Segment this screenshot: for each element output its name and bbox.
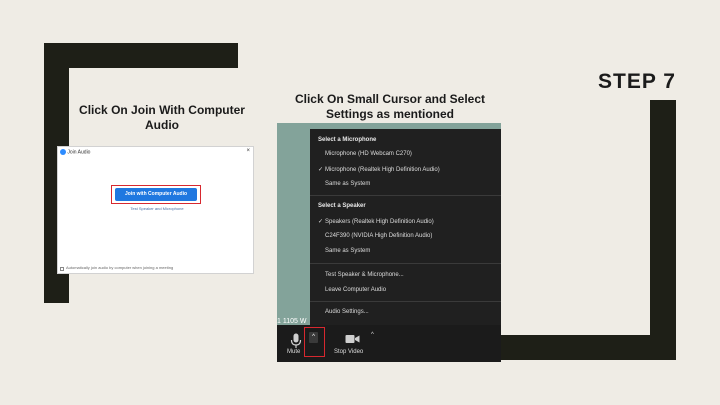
checkmark-icon: ✓ bbox=[318, 219, 324, 225]
audio-options-caret-button[interactable]: ^ bbox=[309, 332, 318, 343]
menu-header-speaker: Select a Speaker bbox=[318, 203, 366, 209]
menu-item-leave-computer-audio[interactable]: Leave Computer Audio bbox=[318, 287, 386, 293]
dialog-close-icon[interactable]: × bbox=[246, 148, 250, 154]
decorative-frame-left-horizontal bbox=[44, 43, 238, 68]
zoom-logo-icon bbox=[60, 149, 66, 155]
menu-divider bbox=[310, 263, 501, 264]
menu-item-speaker-1[interactable]: ✓ Speakers (Realtek High Definition Audio… bbox=[318, 218, 434, 225]
zoom-audio-menu-screenshot: Select a Microphone Microphone (HD Webca… bbox=[277, 123, 501, 362]
join-audio-dialog: Join Audio × Join with Computer Audio Te… bbox=[57, 146, 254, 274]
decorative-frame-right-horizontal bbox=[480, 335, 676, 360]
auto-join-audio-checkbox[interactable] bbox=[60, 267, 64, 271]
menu-divider bbox=[310, 195, 501, 196]
menu-item-speaker-2[interactable]: C24F390 (NVIDIA High Definition Audio) bbox=[318, 233, 432, 239]
decorative-frame-right-vertical bbox=[650, 100, 676, 360]
auto-join-audio-label: Automatically join audio by computer whe… bbox=[66, 265, 174, 270]
menu-header-microphone: Select a Microphone bbox=[318, 137, 377, 143]
checkmark-icon: ✓ bbox=[318, 167, 324, 173]
join-with-computer-audio-button[interactable]: Join with Computer Audio bbox=[115, 188, 197, 201]
video-camera-icon[interactable] bbox=[345, 334, 360, 344]
join-audio-dialog-title: Join Audio bbox=[60, 149, 90, 155]
stop-video-button-label[interactable]: Stop Video bbox=[334, 349, 363, 355]
menu-item-microphone-3[interactable]: Same as System bbox=[318, 181, 370, 187]
caption-select-settings: Click On Small Cursor and Select Setting… bbox=[294, 92, 486, 121]
audio-options-menu: Select a Microphone Microphone (HD Webca… bbox=[310, 129, 501, 329]
menu-item-test-speaker-microphone[interactable]: Test Speaker & Microphone... bbox=[318, 272, 404, 278]
dialog-title-text: Join Audio bbox=[67, 149, 91, 156]
menu-item-speaker-3[interactable]: Same as System bbox=[318, 248, 370, 254]
menu-item-microphone-1[interactable]: Microphone (HD Webcam C270) bbox=[318, 151, 412, 157]
mute-button-label[interactable]: Mute bbox=[287, 349, 300, 355]
meeting-id-text: 1 1105 W bbox=[277, 318, 307, 325]
video-options-caret-button[interactable]: ^ bbox=[371, 332, 374, 338]
menu-item-audio-settings[interactable]: Audio Settings... bbox=[318, 309, 369, 315]
test-speaker-microphone-link[interactable]: Test Speaker and Microphone bbox=[108, 206, 206, 211]
menu-item-microphone-2[interactable]: ✓ Microphone (Realtek High Definition Aud… bbox=[318, 166, 440, 173]
microphone-icon[interactable] bbox=[290, 333, 302, 349]
step-title: STEP 7 bbox=[598, 70, 676, 93]
caption-join-computer-audio: Click On Join With Computer Audio bbox=[79, 103, 245, 132]
menu-divider bbox=[310, 301, 501, 302]
